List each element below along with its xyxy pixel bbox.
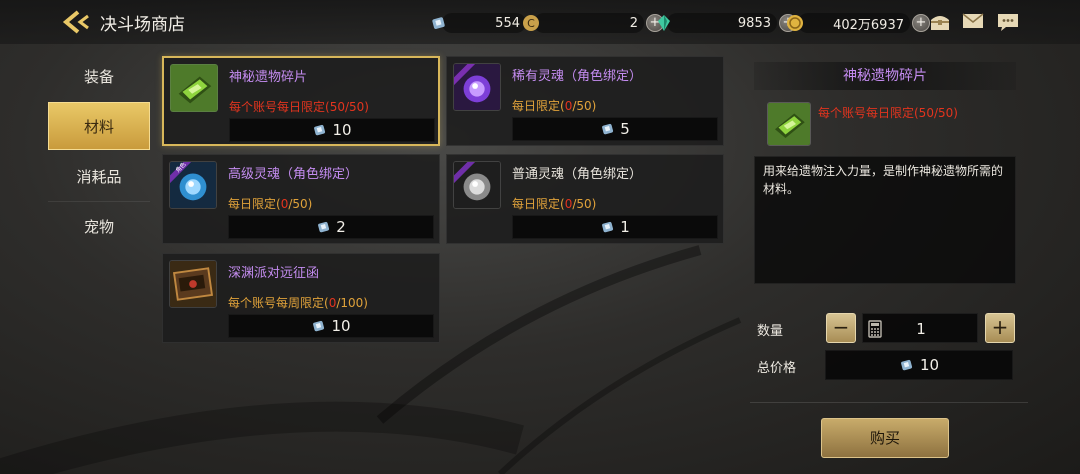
purple-soul-icon	[453, 63, 501, 111]
white-soul-icon	[453, 161, 501, 209]
divider	[750, 402, 1028, 403]
item-name: 高级灵魂（角色绑定）	[228, 167, 359, 182]
currency-c-coin-value: 2	[534, 13, 644, 33]
total-price-value: 10	[919, 356, 940, 374]
green-relic-icon	[170, 64, 218, 112]
green-relic-icon	[767, 102, 811, 146]
item-price-value: 10	[331, 317, 351, 335]
crystal-ticket-icon	[602, 221, 614, 233]
green-gem-icon	[658, 15, 670, 31]
shop-item-card[interactable]: 稀有灵魂（角色绑定） 每日限定(0/50) 5	[446, 56, 724, 146]
crystal-ticket-icon	[313, 320, 325, 332]
item-price: 10	[229, 118, 435, 142]
item-name: 深渊派对远征函	[228, 266, 320, 281]
currency-crystal: 554	[430, 12, 526, 34]
mail-icon[interactable]	[962, 12, 984, 30]
item-limit-count: 50	[329, 100, 345, 114]
detail-limit: 每个账号每日限定(50/50)	[818, 106, 958, 120]
decrease-quantity-button[interactable]: −	[826, 313, 856, 343]
crystal-ticket-icon	[432, 17, 445, 29]
buy-button[interactable]: 购买	[821, 418, 949, 458]
crystal-ticket-icon	[314, 124, 326, 136]
add-gold-button[interactable]: +	[912, 14, 930, 32]
svg-text:C: C	[527, 17, 535, 30]
item-limit-suffix: /50)	[288, 197, 313, 211]
detail-title: 神秘遗物碎片	[754, 62, 1016, 90]
shop-item-card[interactable]: 深渊派对远征函 每个账号每周限定(0/100) 10	[162, 253, 440, 343]
currency-gem-value: 9853	[667, 13, 777, 33]
item-name: 稀有灵魂（角色绑定）	[512, 69, 643, 84]
item-limit-prefix: 每日限定(	[512, 99, 565, 113]
quantity-field[interactable]: 1	[862, 313, 978, 343]
item-price: 10	[228, 314, 434, 338]
crystal-ticket-icon	[901, 359, 912, 371]
item-limit-prefix: 每日限定(	[512, 197, 565, 211]
page-title: 决斗场商店	[100, 15, 185, 35]
item-limit: 每日限定(0/50)	[512, 97, 596, 114]
chat-icon[interactable]	[997, 12, 1019, 32]
item-limit-prefix: 每个账号每日限定(	[229, 100, 330, 114]
top-bar: 决斗场商店 554 C 2 + 9853 + 402万6937 +	[0, 0, 1080, 44]
currency-crystal-value: 554	[442, 13, 526, 33]
item-price: 2	[228, 215, 434, 239]
total-price-label: 总价格	[757, 361, 797, 376]
nav-item-consumables[interactable]: 消耗品	[48, 152, 150, 200]
item-limit-suffix: /50)	[572, 99, 597, 113]
crystal-ticket-icon	[602, 123, 614, 135]
currency-gem: 9853 +	[655, 12, 797, 34]
nav-item-materials[interactable]: 材料	[48, 102, 150, 150]
item-limit-suffix: /100)	[336, 296, 368, 310]
item-limit: 每个账号每日限定(50/50)	[229, 98, 369, 115]
item-price-value: 5	[620, 120, 630, 138]
shop-item-card[interactable]: 普通灵魂（角色绑定） 每日限定(0/50) 1	[446, 154, 724, 244]
item-price: 5	[512, 117, 718, 141]
detail-description: 用来给遗物注入力量，是制作神秘遗物所需的材料。	[754, 156, 1016, 284]
item-limit: 每日限定(0/50)	[512, 195, 596, 212]
currency-gold: 402万6937 +	[786, 12, 930, 34]
shop-item-card[interactable]: 神秘遗物碎片 每个账号每日限定(50/50) 10	[162, 56, 440, 146]
item-limit: 每日限定(0/50)	[228, 195, 312, 212]
item-limit-suffix: /50)	[344, 100, 369, 114]
shop-item-card[interactable]: 角色 高级灵魂（角色绑定） 每日限定(0/50) 2	[162, 154, 440, 244]
blue-soul-icon: 角色	[169, 161, 217, 209]
item-price-value: 1	[620, 218, 630, 236]
abyss-letter-icon	[169, 260, 217, 308]
increase-quantity-button[interactable]: +	[985, 313, 1015, 343]
item-name: 普通灵魂（角色绑定）	[512, 167, 643, 182]
nav-item-pets[interactable]: 宠物	[48, 202, 150, 250]
item-limit-prefix: 每个账号每周限定(	[228, 296, 329, 310]
currency-gold-value: 402万6937	[798, 13, 910, 33]
item-price-value: 2	[336, 218, 346, 236]
crystal-ticket-icon	[318, 221, 330, 233]
gold-coin-icon	[787, 15, 803, 31]
item-limit: 每个账号每周限定(0/100)	[228, 294, 368, 311]
item-price-value: 10	[332, 121, 352, 139]
item-price: 1	[512, 215, 718, 239]
treasure-chest-icon[interactable]	[929, 12, 951, 32]
back-arrow-icon[interactable]	[62, 8, 92, 36]
quantity-value: 1	[916, 320, 926, 338]
currency-c-coin: C 2 +	[522, 12, 664, 34]
nav-item-equipment[interactable]: 装备	[48, 52, 150, 100]
total-price: 10	[825, 350, 1013, 380]
c-coin-icon: C	[523, 15, 539, 31]
item-name: 神秘遗物碎片	[229, 70, 308, 85]
quantity-label: 数量	[757, 324, 784, 339]
item-limit-suffix: /50)	[572, 197, 597, 211]
item-limit-prefix: 每日限定(	[228, 197, 281, 211]
